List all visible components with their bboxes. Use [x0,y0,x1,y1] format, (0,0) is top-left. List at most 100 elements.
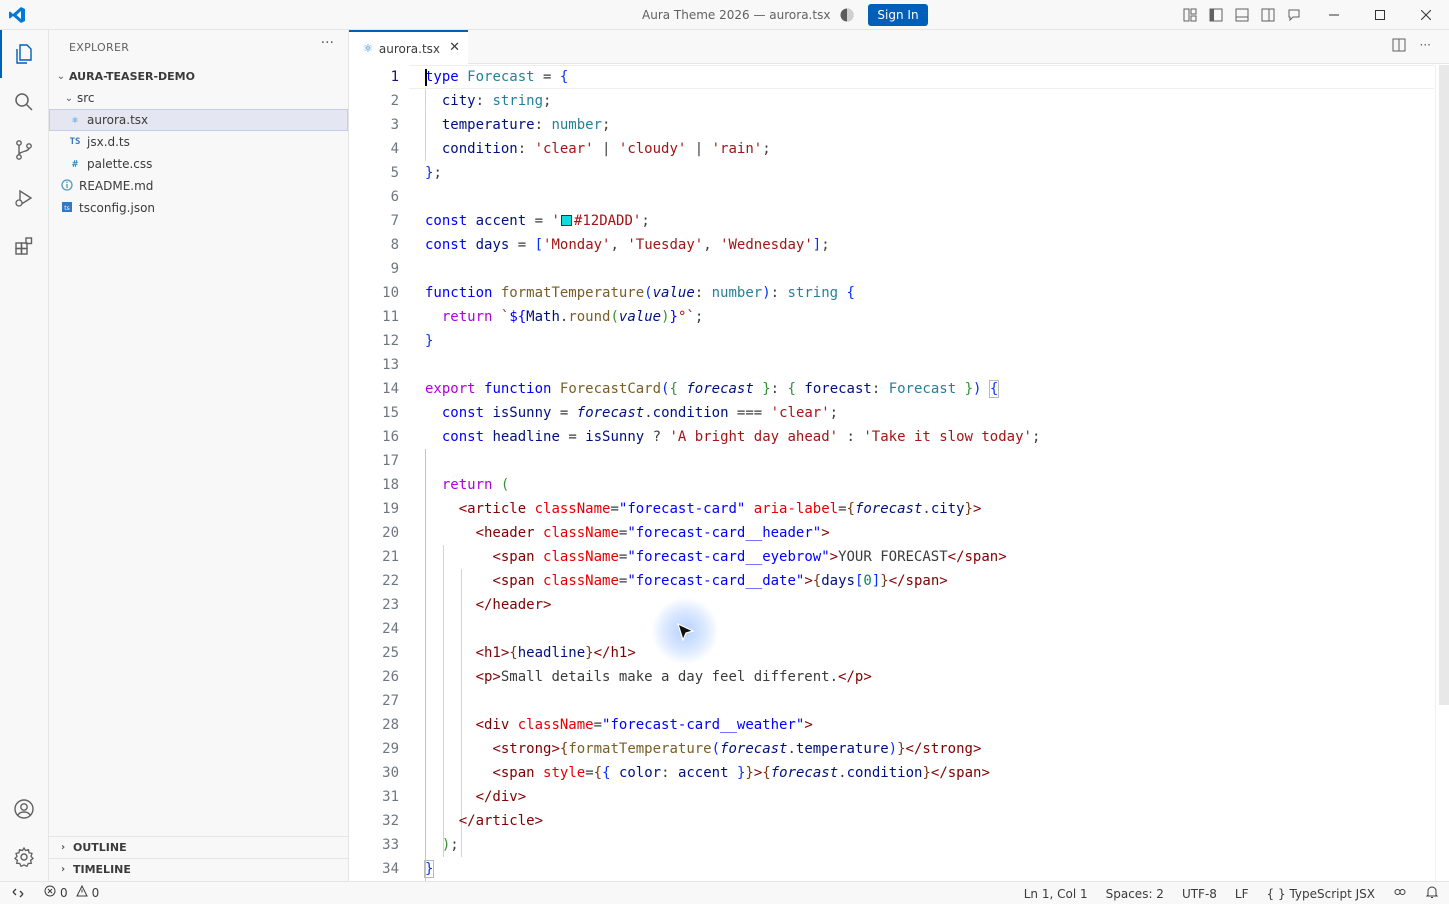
end-of-line[interactable]: LF [1235,887,1249,901]
tree-item-jsx-d-ts[interactable]: TS jsx.d.ts [49,131,348,153]
minimize-icon[interactable] [1311,0,1357,30]
search-icon[interactable] [0,78,48,126]
chevron-down-icon: ⌄ [64,92,74,104]
line-number: 5 [390,165,399,181]
line-number: 22 [382,573,399,589]
language-mode[interactable]: { } TypeScript JSX [1267,887,1375,901]
info-icon [59,178,75,194]
toggle-secondary-sidebar-icon[interactable] [1259,6,1277,24]
code-line: }; [425,165,442,181]
chevron-right-icon: › [60,842,66,853]
line-number: 8 [390,237,399,253]
close-window-icon[interactable] [1403,0,1449,30]
vertical-scrollbar[interactable] [1435,65,1449,881]
chat-icon[interactable] [1285,6,1303,24]
code-line: const headline = isSunny ? 'A bright day… [441,429,1041,445]
code-line: } [425,333,434,349]
code-editor[interactable]: 1 2 3 4 5 6 7 8 9 10 11 12 13 14 15 16 17 18 19 20 21 22 23 24 2… [349,65,1434,881]
react-icon: ⚛ [363,42,373,55]
svg-text:ts: ts [64,205,69,212]
code-line: <span className="forecast-card__date">{d… [492,573,948,589]
line-number: 10 [382,285,399,301]
outline-section[interactable]: › OUTLINE [49,836,348,858]
tree-item-src[interactable]: ⌄ src [49,87,348,109]
editor-more-actions-button[interactable]: ··· [1420,38,1431,55]
editor-actions: ··· [1392,38,1431,55]
editor-tabs: ⚛ aurora.tsx ✕ ··· [349,30,1449,65]
explorer-sidebar: EXPLORER ··· ⌄ AURA-TEASER-DEMO ⌄ src ⚛ … [49,30,349,881]
line-number: 12 [382,333,399,349]
line-number: 21 [382,549,399,565]
css-hash-icon: # [71,158,79,170]
tree-item-readme[interactable]: README.md [49,175,348,197]
command-center: Aura Theme 2026 — aurora.tsx Sign In [642,4,928,26]
copilot-icon[interactable] [838,6,856,24]
split-editor-icon[interactable] [1392,38,1406,55]
editor-area: ⚛ aurora.tsx ✕ ··· 1 2 3 4 5 6 7 8 9 10 11 12 13 14 15… [349,30,1449,881]
tree-item-label: README.md [79,179,154,193]
line-number: 3 [390,117,399,133]
tree-item-palette-css[interactable]: # palette.css [49,153,348,175]
source-control-icon[interactable] [0,126,48,174]
line-number: 17 [382,453,399,469]
explorer-icon[interactable] [0,30,48,78]
cursor-position[interactable]: Ln 1, Col 1 [1024,887,1088,901]
code-line: function formatTemperature(value: number… [425,285,855,301]
code-line: <span style={{ color: accent }}>{forecas… [492,765,990,781]
explorer-more-actions-button[interactable]: ··· [321,35,334,51]
copilot-status-icon[interactable] [1393,885,1407,902]
tree-item-label: palette.css [87,157,153,171]
customize-layout-icon[interactable] [1181,6,1199,24]
line-number: 18 [382,477,399,493]
line-number: 29 [382,741,399,757]
toggle-primary-sidebar-icon[interactable] [1207,6,1225,24]
explorer-title: EXPLORER [69,41,130,54]
timeline-section[interactable]: › TIMELINE [49,858,348,880]
code-line: <article className="forecast-card" aria-… [458,501,982,517]
accounts-icon[interactable] [0,785,48,833]
line-number: 7 [390,213,399,229]
warning-count: 0 [91,885,100,900]
react-icon: ⚛ [71,114,79,126]
maximize-icon[interactable] [1357,0,1403,30]
close-tab-icon[interactable]: ✕ [449,40,460,55]
problems-indicator[interactable]: 0 0 [44,884,100,900]
code-line: condition: 'clear' | 'cloudy' | 'rain'; [441,141,771,157]
error-count: 0 [60,885,68,900]
tab-aurora-tsx[interactable]: ⚛ aurora.tsx ✕ [349,30,468,65]
color-swatch[interactable] [560,215,572,226]
window-title: Aura Theme 2026 — aurora.tsx [642,8,831,22]
code-line: <strong>{formatTemperature(forecast.temp… [492,741,982,757]
window-controls [1311,0,1449,30]
code-line: const accent = ' #12DADD'; [425,213,650,229]
tree-item-tsconfig[interactable]: ts tsconfig.json [49,197,348,219]
text-caret [425,69,427,86]
status-bar-right: Ln 1, Col 1 Spaces: 2 UTF-8 LF { } TypeS… [1024,885,1439,902]
run-and-debug-icon[interactable] [0,174,48,222]
manage-gear-icon[interactable] [0,833,48,881]
extensions-icon[interactable] [0,222,48,270]
line-number: 34 [382,861,399,877]
notifications-bell-icon[interactable] [1425,885,1439,902]
remote-indicator-icon[interactable] [0,882,36,904]
mouse-pointer-icon [676,622,696,644]
code-line: <header className="forecast-card__header… [475,525,830,541]
line-number: 33 [382,837,399,853]
indentation[interactable]: Spaces: 2 [1106,887,1164,901]
workspace-root-label: AURA-TEASER-DEMO [69,69,195,83]
tree-item-label: aurora.tsx [87,113,149,127]
line-number: 16 [382,429,399,445]
scrollbar-thumb[interactable] [1439,65,1449,705]
workspace-root[interactable]: ⌄ AURA-TEASER-DEMO [49,65,348,87]
toggle-panel-icon[interactable] [1233,6,1251,24]
line-number: 30 [382,765,399,781]
sign-in-button[interactable]: Sign In [868,4,928,26]
tree-item-label: tsconfig.json [79,201,156,215]
line-number: 4 [390,141,399,157]
code-line: </header> [475,597,552,613]
typescript-icon: TS [69,137,81,147]
encoding[interactable]: UTF-8 [1182,887,1217,901]
tree-item-aurora-tsx[interactable]: ⚛ aurora.tsx [49,109,348,131]
line-number: 13 [382,357,399,373]
line-number: 27 [382,693,399,709]
